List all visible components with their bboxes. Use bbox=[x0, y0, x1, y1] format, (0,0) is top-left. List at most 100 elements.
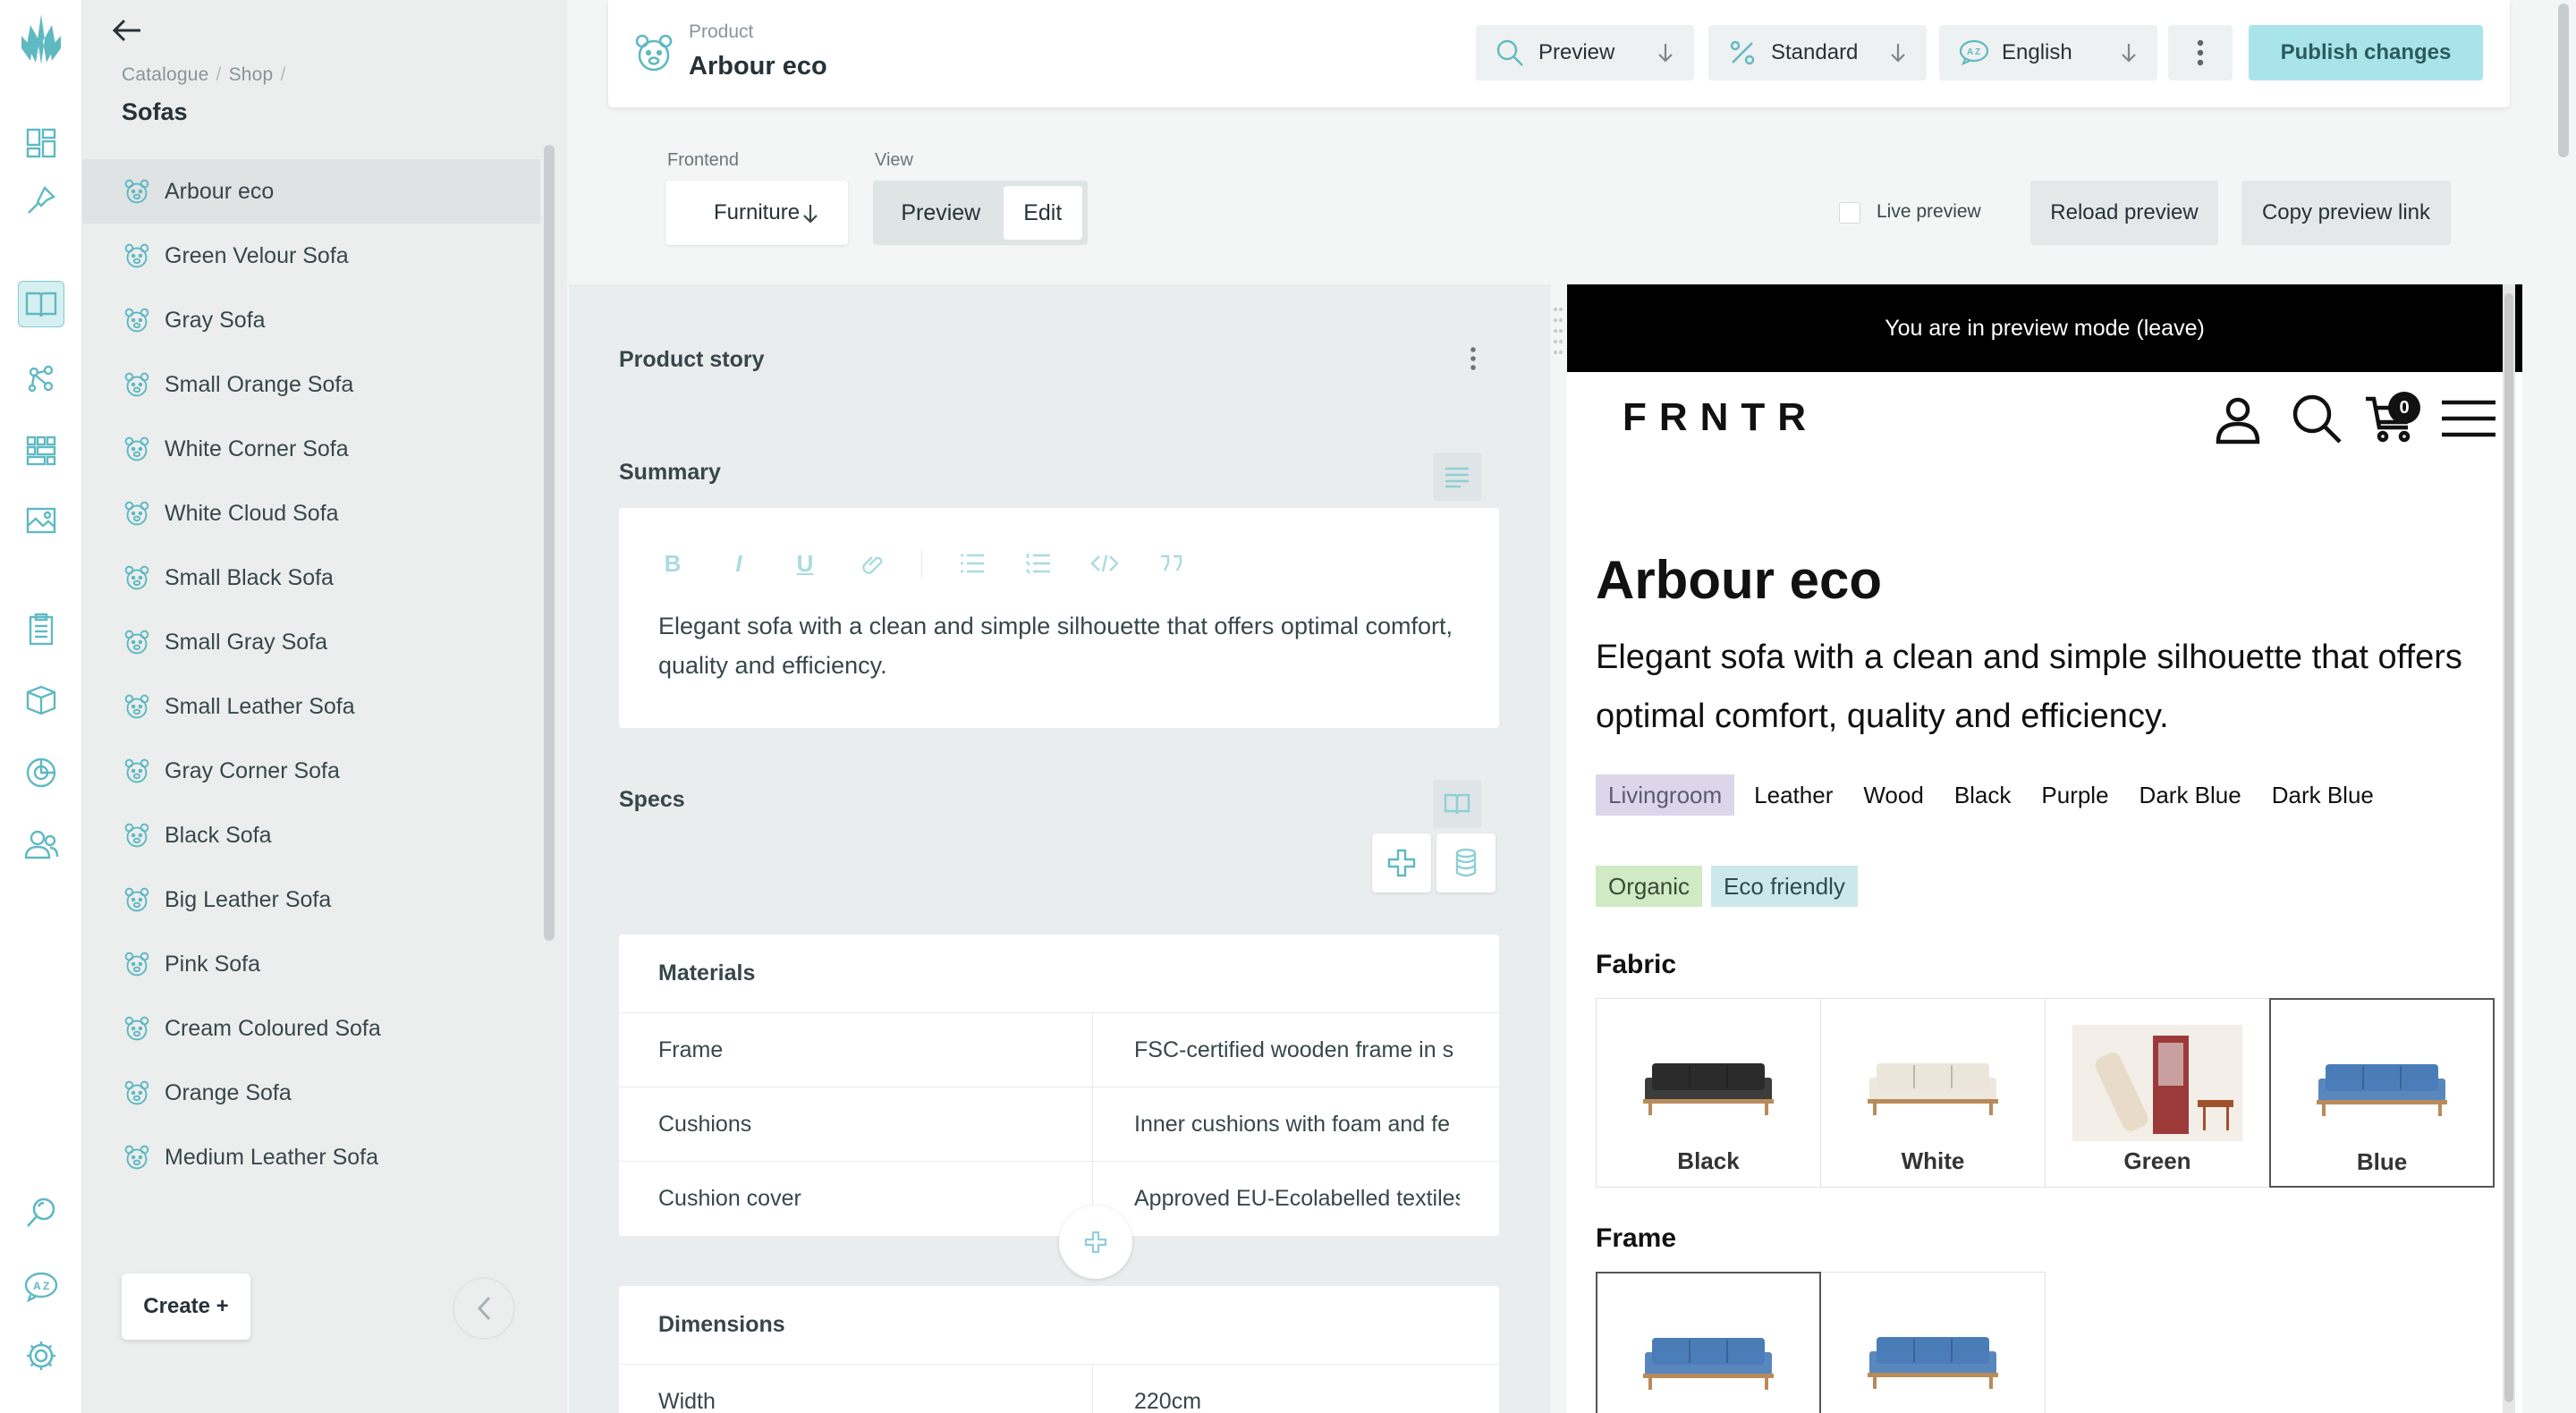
frontend-dropdown[interactable]: Furniture bbox=[665, 181, 848, 245]
copy-preview-link-button[interactable]: Copy preview link bbox=[2241, 181, 2451, 245]
sidebar-scrollbar[interactable] bbox=[544, 145, 555, 941]
swatch-option[interactable]: White bbox=[1820, 998, 2046, 1188]
spec-key-cell[interactable]: Cushion cover bbox=[619, 1162, 1093, 1236]
product-list-item[interactable]: White Cloud Sofa bbox=[82, 481, 540, 546]
spec-key-cell[interactable]: Frame bbox=[619, 1013, 1093, 1087]
numbered-list-icon[interactable] bbox=[1022, 547, 1055, 580]
drag-handle-icon[interactable] bbox=[1553, 304, 1563, 358]
product-list-item[interactable]: Big Leather Sofa bbox=[82, 867, 540, 932]
breadcrumb-catalogue[interactable]: Catalogue bbox=[122, 64, 209, 85]
preview-tag[interactable]: Organic bbox=[1596, 866, 1703, 907]
book-open-icon[interactable] bbox=[1433, 780, 1481, 828]
sofa-image bbox=[2072, 1025, 2242, 1141]
image-icon[interactable] bbox=[18, 497, 64, 544]
underline-icon[interactable]: U bbox=[789, 547, 821, 580]
arrow-down-icon bbox=[1887, 41, 1909, 64]
swatch-option[interactable]: Oak bbox=[1596, 1272, 1821, 1413]
more-options-button[interactable] bbox=[2168, 25, 2233, 80]
users-icon[interactable] bbox=[18, 821, 64, 867]
language-dropdown[interactable]: AZ English bbox=[1939, 25, 2157, 80]
sofa-image bbox=[2297, 1030, 2467, 1138]
add-row-button[interactable] bbox=[1059, 1206, 1132, 1279]
svg-text:A: A bbox=[1967, 47, 1973, 57]
gear-icon[interactable] bbox=[18, 1333, 64, 1379]
preview-mode-banner[interactable]: You are in preview mode (leave) bbox=[1567, 284, 2522, 372]
preview-tag[interactable]: Purple bbox=[2030, 774, 2119, 816]
book-icon[interactable] bbox=[18, 281, 64, 327]
store-logo[interactable]: FRNTR bbox=[1623, 395, 1818, 440]
product-list-item[interactable]: Small Leather Sofa bbox=[82, 674, 540, 739]
text-align-icon[interactable] bbox=[1433, 453, 1481, 501]
grid-icon[interactable] bbox=[18, 427, 64, 474]
preview-tag[interactable]: Black bbox=[1944, 774, 2022, 816]
menu-icon[interactable] bbox=[2440, 392, 2496, 445]
product-list-item[interactable]: Pink Sofa bbox=[82, 932, 540, 996]
preview-tag[interactable]: Leather bbox=[1743, 774, 1843, 816]
spec-key-cell[interactable]: Cushions bbox=[619, 1087, 1093, 1161]
pin-icon[interactable] bbox=[18, 177, 64, 224]
collapse-sidebar-button[interactable] bbox=[453, 1277, 515, 1340]
bold-icon[interactable]: B bbox=[657, 547, 689, 580]
view-preview-tab[interactable]: Preview bbox=[878, 186, 1004, 240]
product-list-item[interactable]: Gray Sofa bbox=[82, 288, 540, 352]
back-arrow-icon[interactable] bbox=[109, 13, 145, 48]
quote-icon[interactable] bbox=[1155, 547, 1187, 580]
translate-icon[interactable]: AZ bbox=[18, 1263, 64, 1309]
publish-changes-button[interactable]: Publish changes bbox=[2249, 25, 2483, 80]
live-preview-checkbox[interactable] bbox=[1839, 202, 1860, 224]
preview-dropdown[interactable]: Preview bbox=[1476, 25, 1694, 80]
share-nodes-icon[interactable] bbox=[18, 356, 64, 402]
bear-product-icon bbox=[123, 178, 150, 205]
fabric-label: Fabric bbox=[1596, 950, 1677, 979]
swatch-option[interactable]: Blue bbox=[2269, 998, 2495, 1188]
add-spec-button[interactable] bbox=[1372, 833, 1431, 893]
spec-value-cell[interactable]: Approved EU-Ecolabelled textiles bbox=[1093, 1162, 1460, 1236]
italic-icon[interactable]: I bbox=[723, 547, 755, 580]
link-icon[interactable] bbox=[855, 547, 887, 580]
spec-value-cell[interactable]: 220cm bbox=[1093, 1365, 1460, 1413]
logo-icon[interactable] bbox=[18, 14, 64, 64]
spec-value-cell[interactable]: FSC-certified wooden frame in s bbox=[1093, 1013, 1460, 1087]
spec-key-cell[interactable]: Width bbox=[619, 1365, 1093, 1413]
product-list-item[interactable]: White Corner Sofa bbox=[82, 417, 540, 481]
product-list-item[interactable]: Small Black Sofa bbox=[82, 546, 540, 610]
product-list-item[interactable]: Green Velour Sofa bbox=[82, 224, 540, 288]
product-list-item[interactable]: Small Orange Sofa bbox=[82, 352, 540, 417]
product-list-item[interactable]: Orange Sofa bbox=[82, 1061, 540, 1125]
product-list-item[interactable]: Black Sofa bbox=[82, 803, 540, 867]
preview-tag[interactable]: Eco friendly bbox=[1711, 866, 1858, 907]
preview-tag[interactable]: Livingroom bbox=[1596, 774, 1735, 816]
section-more-button[interactable] bbox=[1460, 345, 1487, 372]
summary-editor[interactable]: B I U Elegant sofa with a clean and simp… bbox=[619, 508, 1499, 728]
product-list-item[interactable]: Cream Coloured Sofa bbox=[82, 996, 540, 1061]
preview-scrollbar[interactable] bbox=[2503, 284, 2515, 1413]
breadcrumb-shop[interactable]: Shop bbox=[229, 64, 274, 85]
product-list-item[interactable]: Small Gray Sofa bbox=[82, 610, 540, 674]
view-edit-tab[interactable]: Edit bbox=[1003, 186, 1082, 240]
spec-value-cell[interactable]: Inner cushions with foam and fe bbox=[1093, 1087, 1460, 1161]
page-scrollbar[interactable] bbox=[2555, 0, 2572, 1413]
swatch-option[interactable]: Black bbox=[1596, 998, 1821, 1188]
summary-text[interactable]: Elegant sofa with a clean and simple sil… bbox=[658, 606, 1463, 685]
chart-icon[interactable] bbox=[18, 749, 64, 796]
dashboard-icon[interactable] bbox=[18, 120, 64, 166]
product-list-item[interactable]: Gray Corner Sofa bbox=[82, 739, 540, 803]
swatch-option[interactable]: Walnut bbox=[1820, 1272, 2046, 1413]
product-list-item[interactable]: Arbour eco bbox=[82, 159, 540, 224]
bulleted-list-icon[interactable] bbox=[956, 547, 988, 580]
box-icon[interactable] bbox=[18, 676, 64, 723]
clipboard-icon[interactable] bbox=[18, 606, 64, 653]
product-list-item[interactable]: Medium Leather Sofa bbox=[82, 1125, 540, 1189]
preview-tag[interactable]: Dark Blue bbox=[2129, 774, 2252, 816]
standard-dropdown[interactable]: Standard bbox=[1708, 25, 1927, 80]
code-icon[interactable] bbox=[1089, 547, 1121, 580]
search-icon[interactable] bbox=[18, 1189, 64, 1236]
reload-preview-button[interactable]: Reload preview bbox=[2030, 181, 2218, 245]
create-button[interactable]: Create + bbox=[122, 1273, 250, 1340]
search-icon[interactable] bbox=[2290, 392, 2343, 445]
account-icon[interactable] bbox=[2211, 392, 2265, 445]
preview-tag[interactable]: Dark Blue bbox=[2261, 774, 2385, 816]
database-icon[interactable] bbox=[1436, 833, 1496, 893]
swatch-option[interactable]: Green bbox=[2045, 998, 2270, 1188]
preview-tag[interactable]: Wood bbox=[1852, 774, 1934, 816]
